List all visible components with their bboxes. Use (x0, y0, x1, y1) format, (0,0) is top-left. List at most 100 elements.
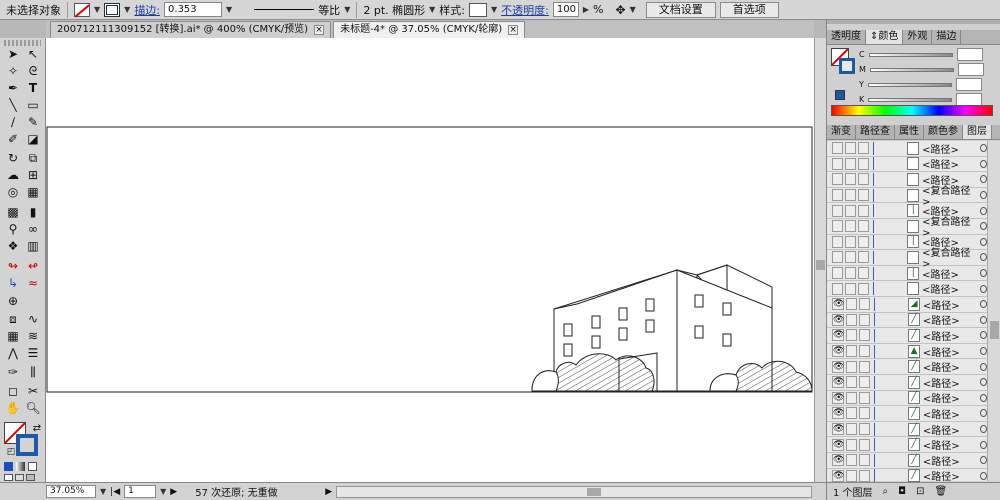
target-circle-icon[interactable] (979, 253, 987, 262)
color-mode-icon[interactable] (4, 462, 13, 471)
delete-icon[interactable]: 🗑︎ (934, 486, 947, 497)
target-circle-icon[interactable] (979, 471, 987, 480)
stroke-weight-field[interactable]: 0.353 (164, 2, 223, 17)
line-tool-icon[interactable]: ╲ (4, 97, 22, 113)
lock-toggle[interactable] (844, 157, 856, 170)
visibility-toggle-icon[interactable]: 👁︎ (832, 298, 844, 311)
layer-row[interactable]: 👁︎ ╱ <路径> (827, 422, 987, 438)
free-transform-tool-icon[interactable]: ⊞ (24, 167, 42, 183)
style-swatch[interactable] (469, 2, 488, 17)
list-tool-icon[interactable]: ☰ (24, 345, 42, 361)
lasso-tool-icon[interactable]: ᘓ (24, 63, 42, 79)
layer-row[interactable]: | <路径> (827, 266, 987, 282)
locate-object-icon[interactable]: ⌕ (883, 486, 889, 497)
target-toggle[interactable] (857, 235, 869, 248)
target-toggle[interactable] (857, 173, 869, 186)
target-circle-icon[interactable] (979, 425, 987, 434)
stroke-swatch[interactable] (104, 2, 121, 17)
perspective-grid-tool-icon[interactable]: ▦ (24, 184, 42, 200)
out-of-gamut-swatch[interactable] (835, 90, 845, 100)
lock-toggle[interactable] (846, 438, 857, 451)
tab-stroke[interactable]: 描边 (932, 30, 962, 44)
layer-row[interactable]: <复合路径> (827, 248, 987, 270)
visibility-toggle-icon[interactable]: 👁︎ (832, 438, 844, 451)
canvas-horizontal-scrollbar[interactable] (336, 485, 812, 498)
layer-name[interactable]: <路径> (923, 422, 974, 437)
target-toggle[interactable] (858, 298, 870, 311)
layer-name[interactable]: <路径> (923, 406, 974, 421)
target-circle-icon[interactable] (979, 191, 987, 200)
zoom-dropdown-icon[interactable]: ▼ (100, 487, 106, 496)
tab-transparency[interactable]: 透明度 (827, 30, 866, 44)
black-slider[interactable] (868, 97, 953, 102)
layer-row[interactable]: <路径> (827, 141, 987, 157)
target-toggle[interactable] (858, 438, 870, 451)
layer-row[interactable]: 👁︎ ╱ <路径> (827, 391, 987, 407)
symbol-sprayer-tool-icon[interactable]: ❖ (4, 238, 22, 254)
draw-normal-icon[interactable] (4, 474, 13, 481)
cyan-slider[interactable] (868, 52, 953, 57)
draw-behind-icon[interactable] (15, 474, 24, 481)
visibility-toggle-icon[interactable]: 👁︎ (832, 454, 844, 467)
visibility-toggle-icon[interactable]: 👁︎ (832, 345, 844, 358)
tab-layers[interactable]: 图层 (963, 125, 992, 139)
rotate-tool-icon[interactable]: ↻ (4, 150, 22, 166)
layer-name[interactable]: <路径> (923, 359, 974, 374)
magenta-slider[interactable] (869, 67, 954, 72)
artboard-tool-icon[interactable]: ⧈ (4, 311, 22, 327)
zigzag-tool-icon[interactable]: ⋀ (4, 345, 22, 361)
target-circle-icon[interactable] (979, 206, 987, 215)
visibility-toggle-icon[interactable] (832, 267, 843, 280)
rectangle-tool-icon[interactable]: ▭ (24, 97, 42, 113)
paintbrush-tool-icon[interactable]: ∕ (4, 114, 22, 130)
stroke-profile-preview[interactable] (254, 9, 315, 10)
target-circle-icon[interactable] (979, 409, 987, 418)
document-tab-2[interactable]: 未标题-4* @ 37.05% (CMYK/轮廓) × (333, 21, 526, 38)
none-mode-icon[interactable] (28, 462, 37, 471)
lock-toggle[interactable] (846, 360, 857, 373)
lock-toggle[interactable] (844, 220, 856, 233)
recolor-dropdown-icon[interactable]: ▼ (630, 5, 636, 14)
lock-toggle[interactable] (846, 423, 857, 436)
lock-toggle[interactable] (846, 345, 857, 358)
scroll-thumb[interactable] (990, 321, 999, 339)
lock-toggle[interactable] (844, 251, 856, 264)
bars-tool-icon[interactable]: ⫼ (24, 364, 42, 380)
target-circle-icon[interactable] (979, 378, 987, 387)
tab-appearance[interactable]: 外观 (903, 30, 933, 44)
layer-row[interactable]: <路径> (827, 281, 987, 297)
target-toggle[interactable] (858, 329, 870, 342)
gradient-mode-icon[interactable] (16, 462, 25, 471)
tab-color-guide[interactable]: 颜色参 (924, 125, 963, 139)
stroke-profile-dropdown-icon[interactable]: ▼ (344, 5, 350, 14)
target-toggle[interactable] (858, 345, 870, 358)
custom-tool-icon[interactable]: ↳ (4, 275, 22, 291)
custom-tool-icon[interactable]: ↬ (4, 258, 22, 274)
target-toggle[interactable] (857, 157, 869, 170)
target-toggle[interactable] (858, 391, 870, 404)
make-clipping-mask-icon[interactable]: ◘ (898, 486, 906, 497)
lock-toggle[interactable] (844, 189, 856, 202)
color-spectrum-bar[interactable] (831, 105, 993, 116)
canvas[interactable] (46, 38, 814, 482)
hand-tool-icon[interactable]: ✋ (4, 400, 22, 416)
tab-color[interactable]: ⇕颜色 (866, 30, 904, 44)
lock-toggle[interactable] (844, 142, 856, 155)
blob-brush-tool-icon[interactable]: ✐ (4, 131, 22, 147)
eyedropper-tool-icon[interactable]: ⚲ (4, 221, 22, 237)
visibility-toggle-icon[interactable]: 👁︎ (832, 423, 844, 436)
layer-name[interactable]: <路径> (922, 141, 974, 156)
target-toggle[interactable] (858, 407, 870, 420)
tab-pathfinder[interactable]: 路径查 (856, 125, 895, 139)
layer-row[interactable]: 👁︎ ╱ <路径> (827, 437, 987, 453)
opacity-field[interactable]: 100 (552, 2, 579, 17)
status-menu-icon[interactable]: ▶ (325, 487, 332, 497)
layer-row[interactable]: <复合路径> (827, 186, 987, 208)
visibility-toggle-icon[interactable]: 👁︎ (832, 407, 844, 420)
layer-name[interactable]: <路径> (923, 375, 974, 390)
document-setup-button[interactable]: 文档设置 (645, 1, 716, 18)
artboard-number-field[interactable]: 1 (124, 485, 157, 498)
fill-swatch[interactable] (74, 2, 90, 17)
lock-toggle[interactable] (846, 313, 857, 326)
fill-dropdown-icon[interactable]: ▼ (94, 5, 100, 14)
